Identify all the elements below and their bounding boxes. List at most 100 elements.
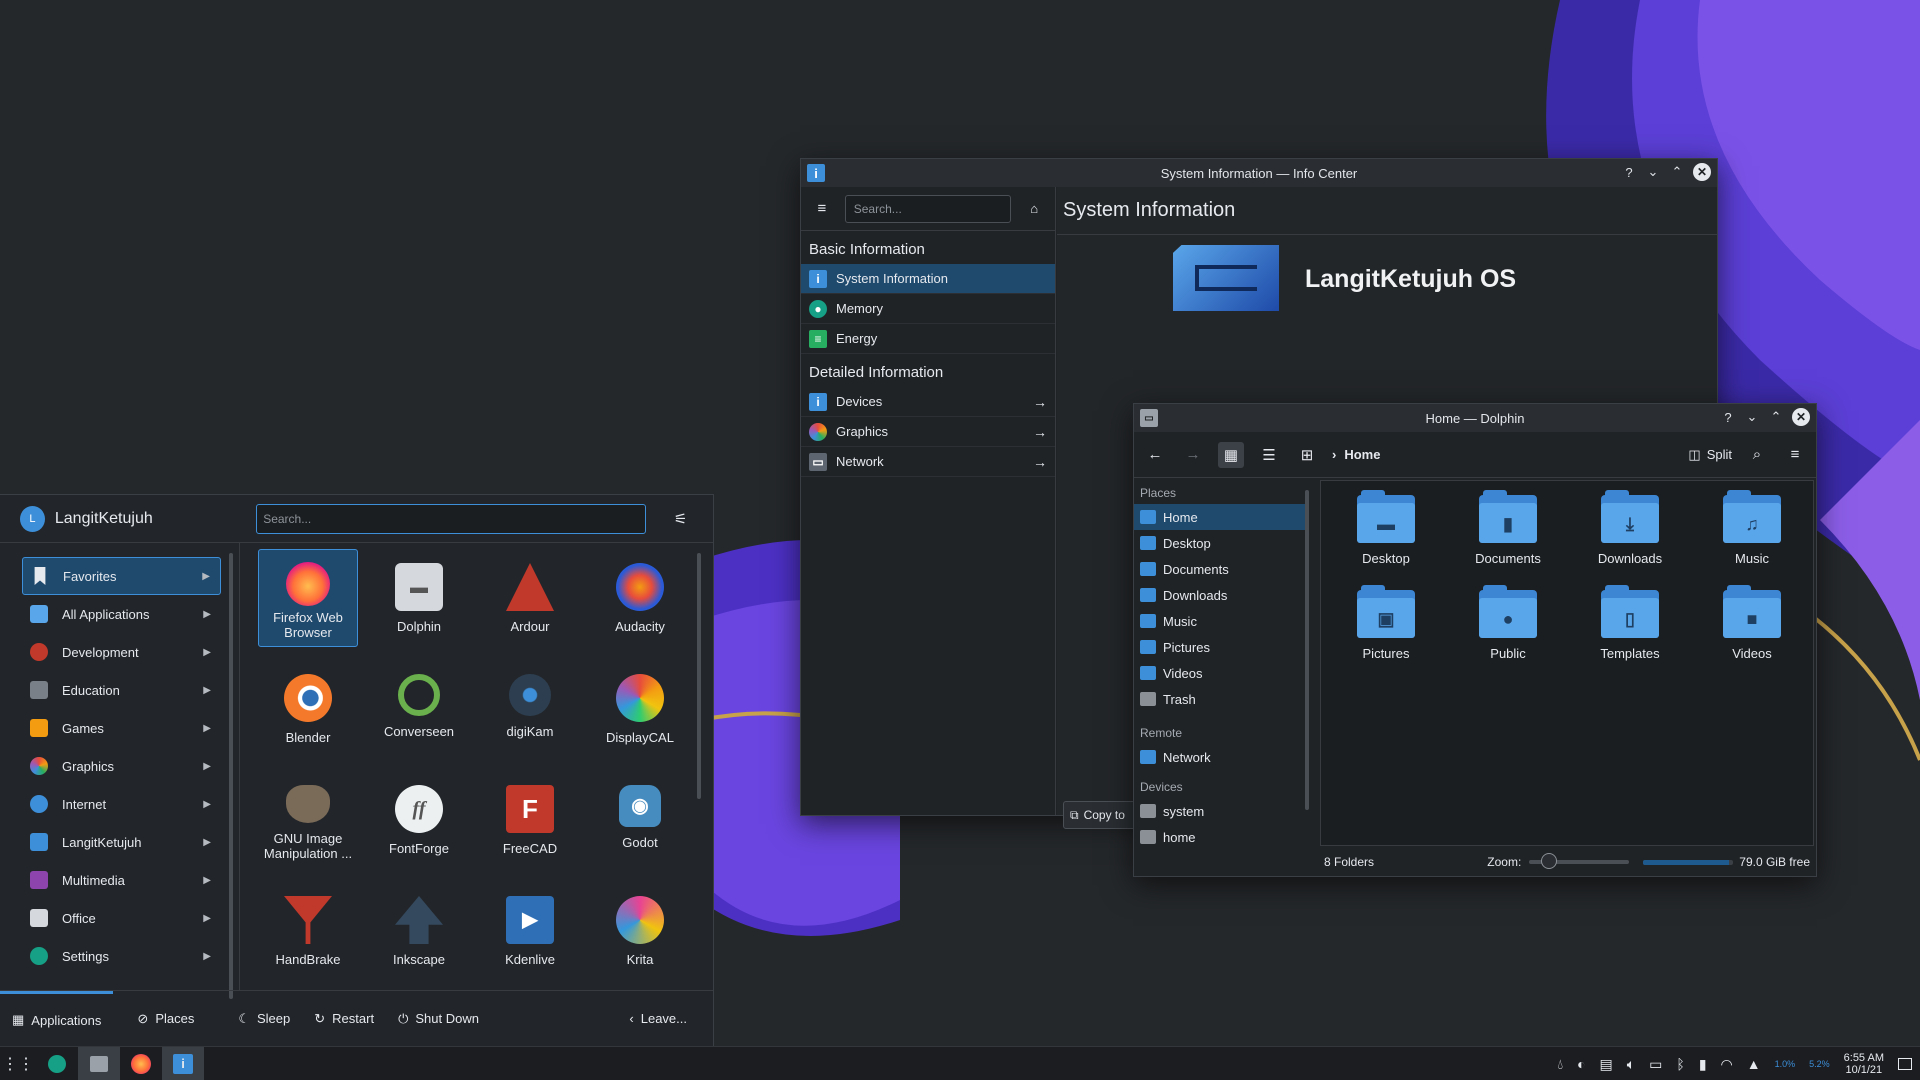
- hamburger-menu-icon[interactable]: ≡: [1782, 442, 1808, 468]
- folder-item[interactable]: ▯ Templates: [1575, 585, 1685, 661]
- app-fontforge[interactable]: ff FontForge: [369, 771, 469, 856]
- configure-icon[interactable]: ⚟: [668, 506, 693, 532]
- settings-icon[interactable]: [36, 1047, 78, 1080]
- sidebar-item-graphics[interactable]: Graphics →: [801, 417, 1055, 447]
- applications-tab[interactable]: ▦ Applications: [0, 990, 114, 1047]
- battery-status[interactable]: 1.0%: [1775, 1059, 1796, 1069]
- device-system[interactable]: system: [1134, 798, 1306, 824]
- show-desktop-icon[interactable]: [1898, 1058, 1912, 1070]
- category-all-applications[interactable]: All Applications ▶: [0, 595, 239, 633]
- category-scrollbar[interactable]: [229, 553, 233, 999]
- clock[interactable]: 6:55 AM 10/1/21: [1844, 1052, 1884, 1076]
- tree-view-button[interactable]: ⊞: [1294, 442, 1320, 468]
- icons-view-button[interactable]: ▦: [1218, 441, 1244, 468]
- grid-scrollbar[interactable]: [697, 553, 701, 799]
- help-icon[interactable]: ?: [1720, 409, 1736, 425]
- bluetooth-icon[interactable]: ᛒ: [1676, 1056, 1684, 1072]
- places-tab[interactable]: ⊘ Places: [125, 1011, 206, 1027]
- device-home[interactable]: home: [1134, 824, 1306, 850]
- folder-item[interactable]: ▬ Desktop: [1331, 490, 1441, 566]
- sidebar-item-network[interactable]: ▭ Network →: [801, 447, 1055, 477]
- dolphin-task-icon[interactable]: [78, 1046, 120, 1080]
- app-audacity[interactable]: Audacity: [590, 549, 690, 634]
- maximize-icon[interactable]: ⌃: [1669, 164, 1685, 180]
- breadcrumb[interactable]: › Home: [1332, 447, 1380, 462]
- minimize-icon[interactable]: ⌄: [1645, 164, 1661, 180]
- category-favorites[interactable]: Favorites ▶: [22, 557, 221, 595]
- sidebar-item-devices[interactable]: i Devices →: [801, 387, 1055, 417]
- category-games[interactable]: Games ▶: [0, 709, 239, 747]
- place-home[interactable]: Home: [1134, 504, 1306, 530]
- app-godot[interactable]: ◉ Godot: [590, 771, 690, 850]
- restart-button[interactable]: ↻ Restart: [302, 1011, 386, 1027]
- app-blender[interactable]: Blender: [258, 660, 358, 745]
- app-freecad[interactable]: F FreeCAD: [480, 771, 580, 856]
- expand-tray-icon[interactable]: ▲: [1747, 1056, 1761, 1072]
- app-gimp[interactable]: GNU Image Manipulation ...: [258, 771, 358, 861]
- search-input[interactable]: Search...: [256, 503, 647, 534]
- place-trash[interactable]: Trash: [1134, 686, 1306, 712]
- night-mode-icon[interactable]: ◐: [1577, 1056, 1585, 1072]
- sidebar-item-system-information[interactable]: i System Information: [801, 264, 1055, 294]
- zoom-slider[interactable]: [1529, 853, 1630, 869]
- app-launcher-icon[interactable]: ⋮⋮: [0, 1047, 36, 1080]
- folder-item[interactable]: ▣ Pictures: [1331, 585, 1441, 661]
- place-downloads[interactable]: Downloads: [1134, 582, 1306, 608]
- volume-icon[interactable]: 🔈︎: [1627, 1056, 1635, 1073]
- battery-icon[interactable]: ▭: [1649, 1056, 1662, 1073]
- details-view-button[interactable]: ☰: [1256, 442, 1282, 468]
- dolphin-titlebar[interactable]: ▭ Home — Dolphin ? ⌄ ⌃ ✕: [1134, 404, 1816, 432]
- place-music[interactable]: Music: [1134, 608, 1306, 634]
- breadcrumb-home[interactable]: Home: [1344, 447, 1380, 462]
- app-dolphin[interactable]: ▬ Dolphin: [369, 549, 469, 634]
- app-ardour[interactable]: Ardour: [480, 549, 580, 634]
- place-pictures[interactable]: Pictures: [1134, 634, 1306, 660]
- category-graphics[interactable]: Graphics ▶: [0, 747, 239, 785]
- search-input[interactable]: Search...: [844, 194, 1012, 223]
- category-internet[interactable]: Internet ▶: [0, 785, 239, 823]
- category-development[interactable]: Development ▶: [0, 633, 239, 671]
- copy-to-clipboard-button[interactable]: ⧉ Copy to: [1063, 801, 1143, 829]
- place-videos[interactable]: Videos: [1134, 660, 1306, 686]
- color-picker-icon[interactable]: 💧︎: [1557, 1056, 1563, 1073]
- help-icon[interactable]: ?: [1621, 164, 1637, 180]
- close-icon[interactable]: ✕: [1792, 408, 1810, 426]
- category-langitketujuh[interactable]: LangitKetujuh ▶: [0, 823, 239, 861]
- forward-button[interactable]: →: [1180, 442, 1206, 468]
- shutdown-button[interactable]: ⏻ Shut Down: [386, 1011, 491, 1027]
- home-icon[interactable]: ⌂: [1021, 196, 1047, 222]
- place-desktop[interactable]: Desktop: [1134, 530, 1306, 556]
- folder-item[interactable]: ■ Videos: [1697, 585, 1807, 661]
- app-digikam[interactable]: digiKam: [480, 660, 580, 739]
- app-inkscape[interactable]: Inkscape: [369, 882, 469, 967]
- app-krita[interactable]: Krita: [590, 882, 690, 967]
- app-firefox[interactable]: Firefox Web Browser: [258, 549, 358, 647]
- category-settings[interactable]: Settings ▶: [0, 937, 239, 975]
- split-button[interactable]: ◫ Split: [1688, 447, 1732, 463]
- category-multimedia[interactable]: Multimedia ▶: [0, 861, 239, 899]
- app-handbrake[interactable]: HandBrake: [258, 882, 358, 967]
- close-icon[interactable]: ✕: [1693, 163, 1711, 181]
- maximize-icon[interactable]: ⌃: [1768, 409, 1784, 425]
- hamburger-menu-icon[interactable]: ≡: [809, 196, 835, 222]
- search-icon[interactable]: ⌕: [1744, 442, 1770, 468]
- places-scrollbar[interactable]: [1305, 490, 1309, 810]
- info-center-task-icon[interactable]: i: [162, 1046, 204, 1080]
- minimize-icon[interactable]: ⌄: [1744, 409, 1760, 425]
- folder-item[interactable]: ⤓ Downloads: [1575, 490, 1685, 566]
- folder-item[interactable]: ▮ Documents: [1453, 490, 1563, 566]
- app-converseen[interactable]: Converseen: [369, 660, 469, 739]
- category-education[interactable]: Education ▶: [0, 671, 239, 709]
- folder-item[interactable]: ♫ Music: [1697, 490, 1807, 566]
- sidebar-item-energy[interactable]: ≡ Energy: [801, 324, 1055, 354]
- category-office[interactable]: Office ▶: [0, 899, 239, 937]
- zoom-slider-handle[interactable]: [1541, 853, 1558, 869]
- app-kdenlive[interactable]: ▶ Kdenlive: [480, 882, 580, 967]
- place-network[interactable]: Network: [1134, 744, 1306, 770]
- wifi-icon[interactable]: ◠: [1721, 1056, 1733, 1073]
- leave-button[interactable]: ‹ Leave...: [617, 1011, 699, 1026]
- clipboard-icon[interactable]: ▤: [1600, 1056, 1613, 1073]
- storage-icon[interactable]: ▮: [1699, 1056, 1707, 1073]
- place-documents[interactable]: Documents: [1134, 556, 1306, 582]
- weather-status[interactable]: 5.2%: [1809, 1059, 1830, 1069]
